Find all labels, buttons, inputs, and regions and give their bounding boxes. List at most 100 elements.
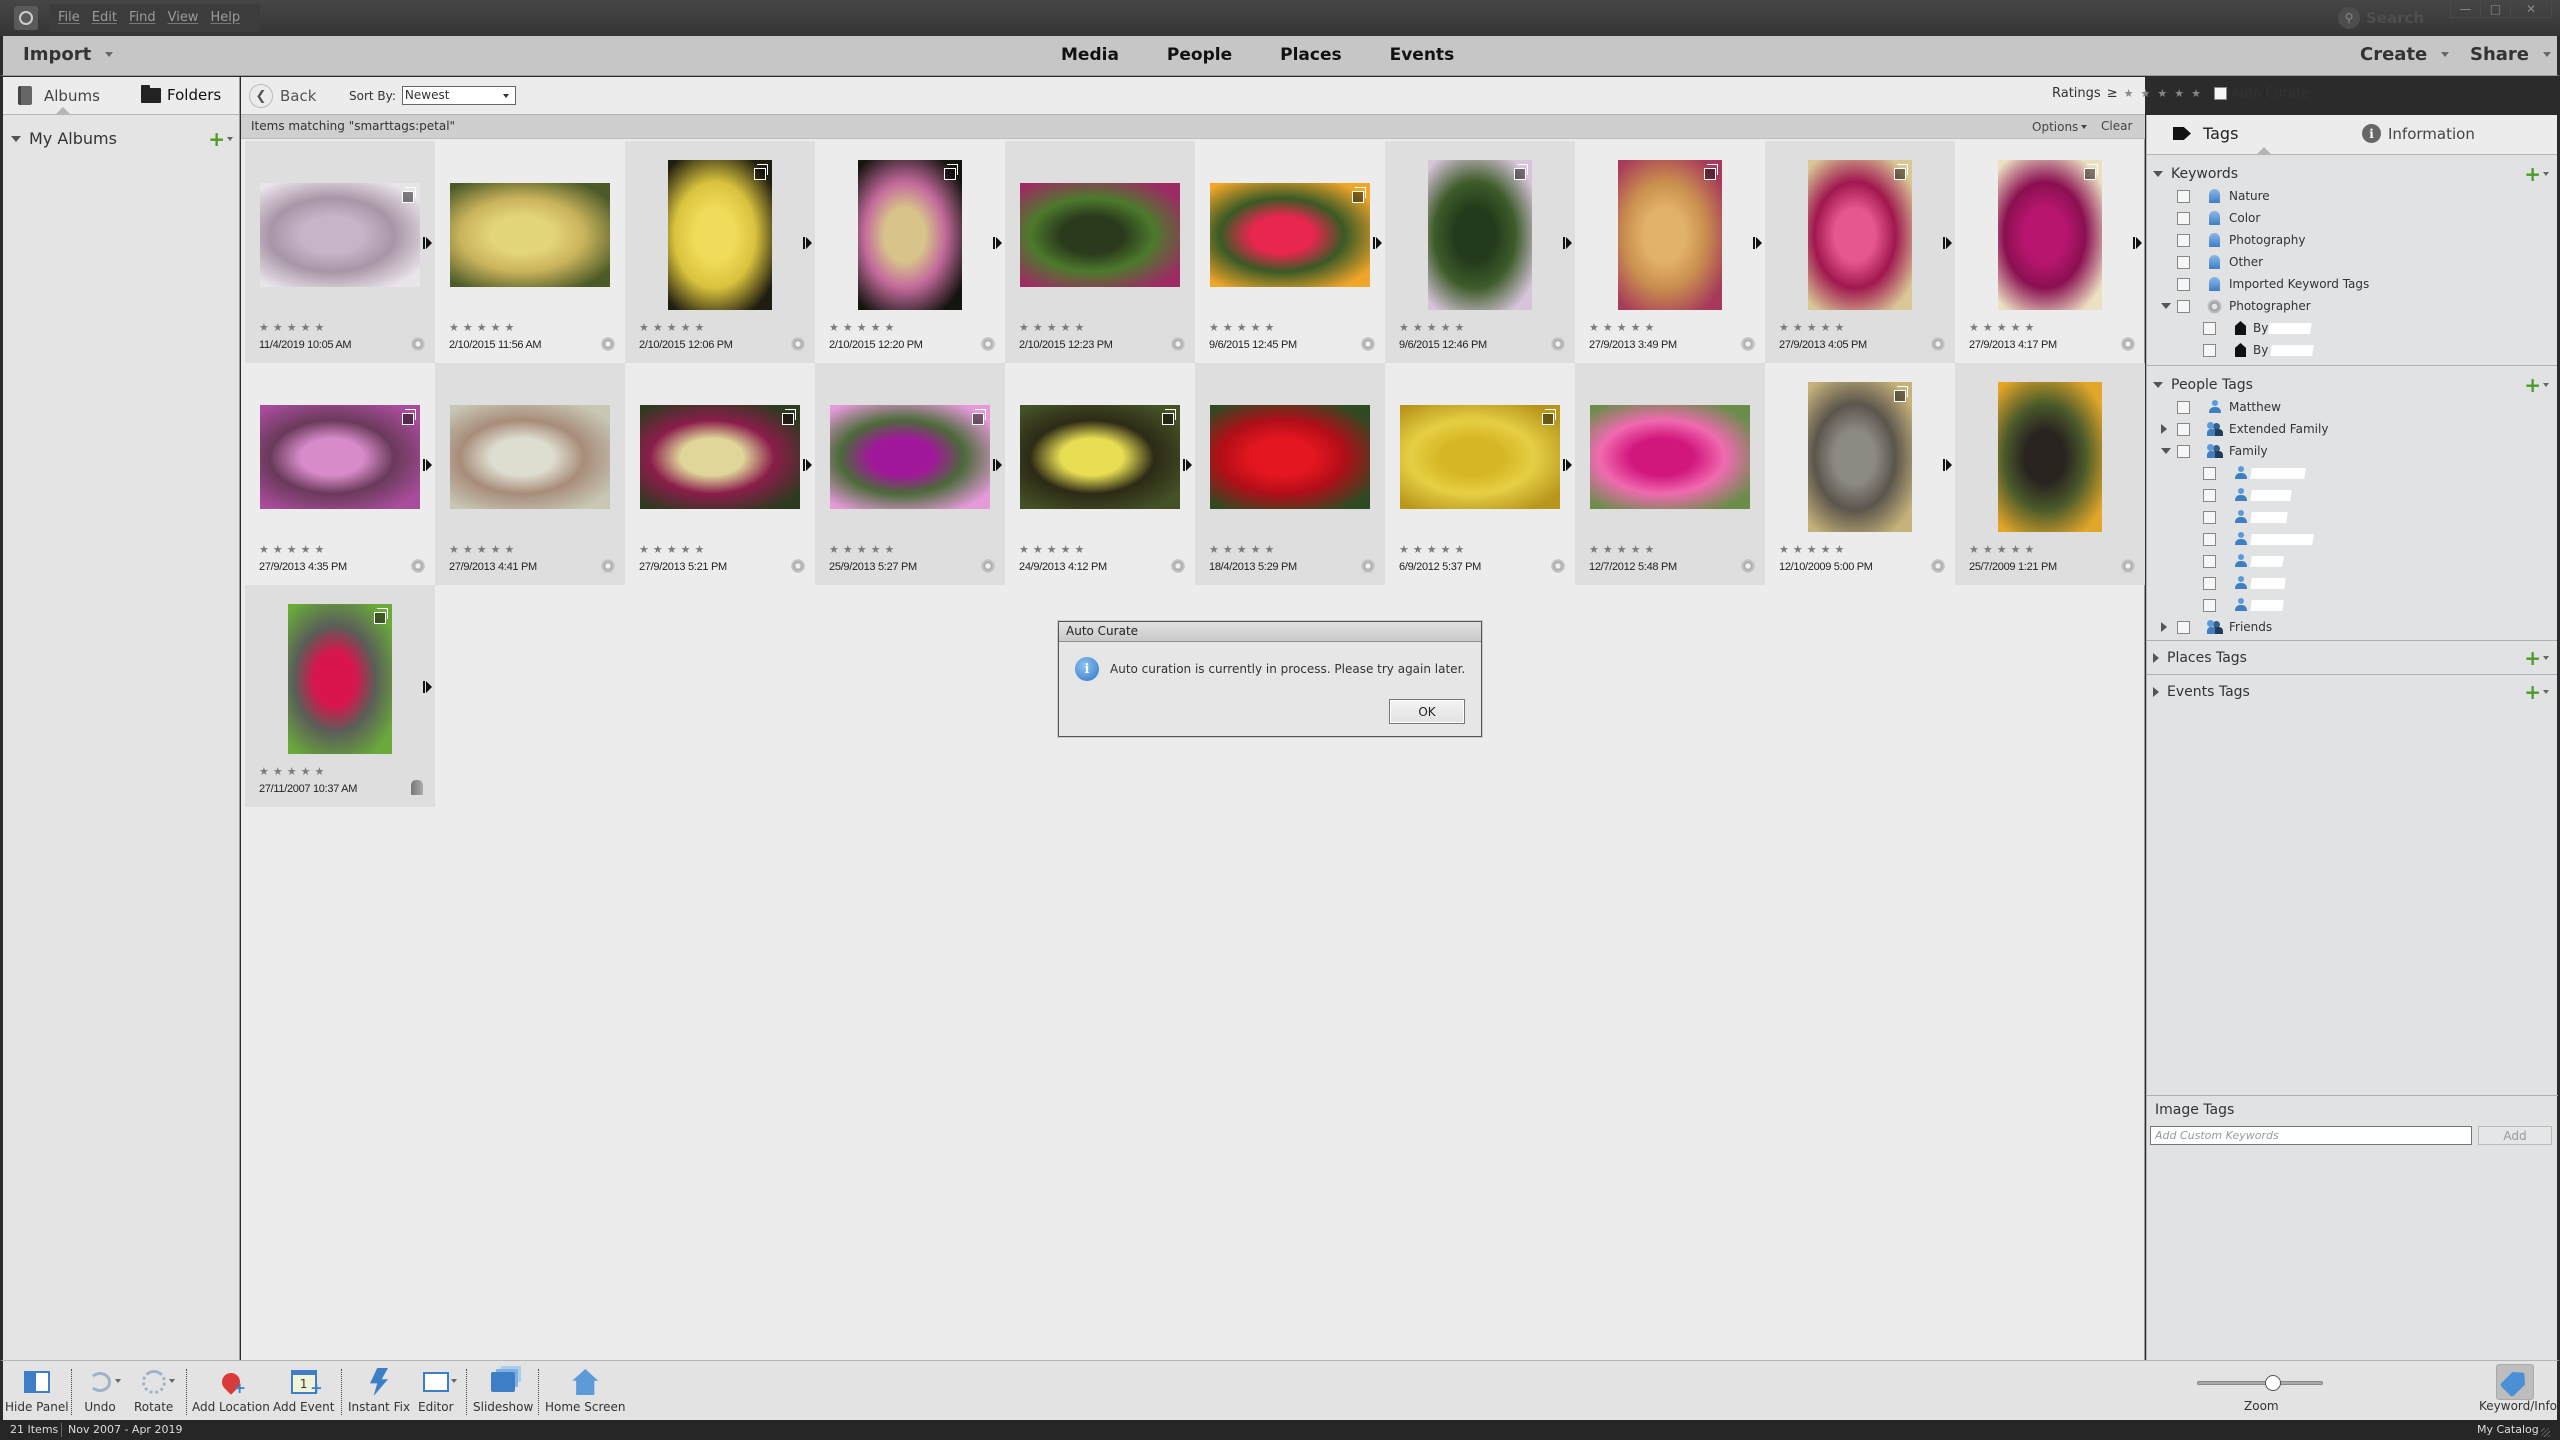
rotate-button[interactable]: Rotate [134,1367,175,1414]
keyword-photographer-child[interactable]: By [2147,317,2557,339]
menu-find[interactable]: Find [129,4,156,32]
keyword-checkbox[interactable] [2177,299,2190,313]
expand-stack-icon[interactable] [1183,459,1192,471]
photo-thumbnail[interactable] [450,405,610,509]
import-button[interactable]: Import [23,44,114,65]
photo-thumbnail[interactable] [1618,160,1722,310]
family-member-tag[interactable] [2147,506,2557,528]
resize-grip-icon[interactable] [2541,1428,2550,1437]
expand-triangle-icon[interactable] [2153,653,2159,663]
keyword-checkbox[interactable] [2177,277,2190,291]
media-item[interactable]: ★★★★★ 27/9/2013 4:41 PM [435,363,625,585]
expand-stack-icon[interactable] [1943,237,1952,249]
rating-star-2[interactable]: ★ [2140,87,2150,100]
photo-thumbnail[interactable] [830,405,990,509]
hide-panel-button[interactable]: Hide Panel [5,1367,69,1414]
keyword-checkbox[interactable] [2177,233,2190,247]
add-places-tag-button[interactable]: + [2524,648,2549,668]
tab-people[interactable]: People [1167,45,1232,65]
rating-stars[interactable]: ★★★★★ [1209,321,1278,334]
keyword-photographer[interactable]: Photographer [2147,295,2557,317]
expand-stack-icon[interactable] [423,237,432,249]
people-checkbox[interactable] [2203,576,2216,590]
keyword-other[interactable]: Other [2147,251,2557,273]
tab-information[interactable]: i Information [2362,124,2475,143]
photo-thumbnail[interactable] [858,160,962,310]
keyword-color[interactable]: Color [2147,207,2557,229]
photo-thumbnail[interactable] [1020,183,1180,287]
catalog-name[interactable]: My Catalog [2477,1423,2539,1436]
version-set-icon[interactable] [972,409,986,425]
expand-triangle-icon[interactable] [2161,303,2171,309]
zoom-slider-handle[interactable] [2264,1375,2281,1391]
rating-stars[interactable]: ★★★★★ [1779,543,1848,556]
expand-triangle-icon[interactable] [11,135,21,142]
family-member-tag[interactable] [2147,550,2557,572]
media-item[interactable]: ★★★★★ 27/9/2013 4:17 PM [1955,141,2145,363]
expand-stack-icon[interactable] [1373,237,1382,249]
photo-thumbnail[interactable] [640,405,800,509]
clear-button[interactable]: Clear [2101,119,2132,133]
create-button[interactable]: Create [2360,44,2450,65]
rating-stars[interactable]: ★★★★★ [449,321,518,334]
expand-stack-icon[interactable] [803,237,812,249]
version-set-icon[interactable] [402,409,416,425]
rating-stars[interactable]: ★★★★★ [1779,321,1848,334]
close-button[interactable]: ✕ [2511,0,2551,18]
media-item[interactable]: ★★★★★ 2/10/2015 12:23 PM [1005,141,1195,363]
people-checkbox[interactable] [2203,532,2216,546]
tab-events[interactable]: Events [1390,45,1455,65]
people-checkbox[interactable] [2203,554,2216,568]
people-group-family[interactable]: Family [2147,440,2557,462]
family-member-tag[interactable] [2147,572,2557,594]
media-item[interactable]: ★★★★★ 25/7/2009 1:21 PM [1955,363,2145,585]
photo-thumbnail[interactable] [1400,405,1560,509]
rating-stars[interactable]: ★★★★★ [1019,321,1088,334]
people-checkbox[interactable] [2203,510,2216,524]
keywords-header[interactable]: Keywords + [2147,163,2557,185]
auto-curate-toggle[interactable]: Auto Curate [2213,86,2309,101]
keyword-checkbox[interactable] [2177,189,2190,203]
menu-help[interactable]: Help [210,4,240,32]
photo-thumbnail[interactable] [450,183,610,287]
expand-stack-icon[interactable] [1943,459,1952,471]
version-set-icon[interactable] [782,409,796,425]
add-album-button[interactable]: + [208,129,233,149]
rating-stars[interactable]: ★★★★★ [639,321,708,334]
keyword-checkbox[interactable] [2203,321,2216,335]
rating-stars[interactable]: ★★★★★ [1589,543,1658,556]
rating-star-1[interactable]: ★ [2124,87,2134,100]
photo-thumbnail[interactable] [1998,160,2102,310]
version-set-icon[interactable] [1894,164,1908,180]
options-button[interactable]: Options [2032,120,2087,134]
version-set-icon[interactable] [1894,386,1908,402]
media-item[interactable]: ★★★★★ 2/10/2015 12:06 PM [625,141,815,363]
add-location-button[interactable]: + Add Location [192,1367,270,1414]
sort-select[interactable]: Newest [401,86,516,105]
places-tags-header[interactable]: Places Tags + [2147,647,2557,669]
home-screen-button[interactable]: Home Screen [545,1367,626,1414]
app-logo-icon[interactable] [14,6,38,30]
maximize-button[interactable]: □ [2481,0,2511,18]
media-item[interactable]: ★★★★★ 27/9/2013 4:05 PM [1765,141,1955,363]
media-item[interactable]: ★★★★★ 27/11/2007 10:37 AM [245,585,435,807]
version-set-icon[interactable] [1352,187,1366,203]
media-item[interactable]: ★★★★★ 12/10/2009 5:00 PM [1765,363,1955,585]
version-set-icon[interactable] [944,164,958,180]
photo-thumbnail[interactable] [1428,160,1532,310]
version-set-icon[interactable] [1514,164,1528,180]
keyword-nature[interactable]: Nature [2147,185,2557,207]
rating-star-4[interactable]: ★ [2174,87,2184,100]
expand-triangle-icon[interactable] [2161,424,2167,434]
add-keyword-button[interactable]: + [2524,164,2549,184]
expand-stack-icon[interactable] [1753,237,1762,249]
slideshow-button[interactable]: Slideshow [473,1367,533,1414]
expand-stack-icon[interactable] [1563,237,1572,249]
add-event-button[interactable]: 1 + Add Event [273,1367,334,1414]
my-albums-header[interactable]: My Albums + [11,129,233,149]
rating-star-5[interactable]: ★ [2191,87,2201,100]
photo-thumbnail[interactable] [1808,160,1912,310]
people-checkbox[interactable] [2177,444,2190,458]
media-item[interactable]: ★★★★★ 12/7/2012 5:48 PM [1575,363,1765,585]
rating-stars[interactable]: ★★★★★ [1019,543,1088,556]
